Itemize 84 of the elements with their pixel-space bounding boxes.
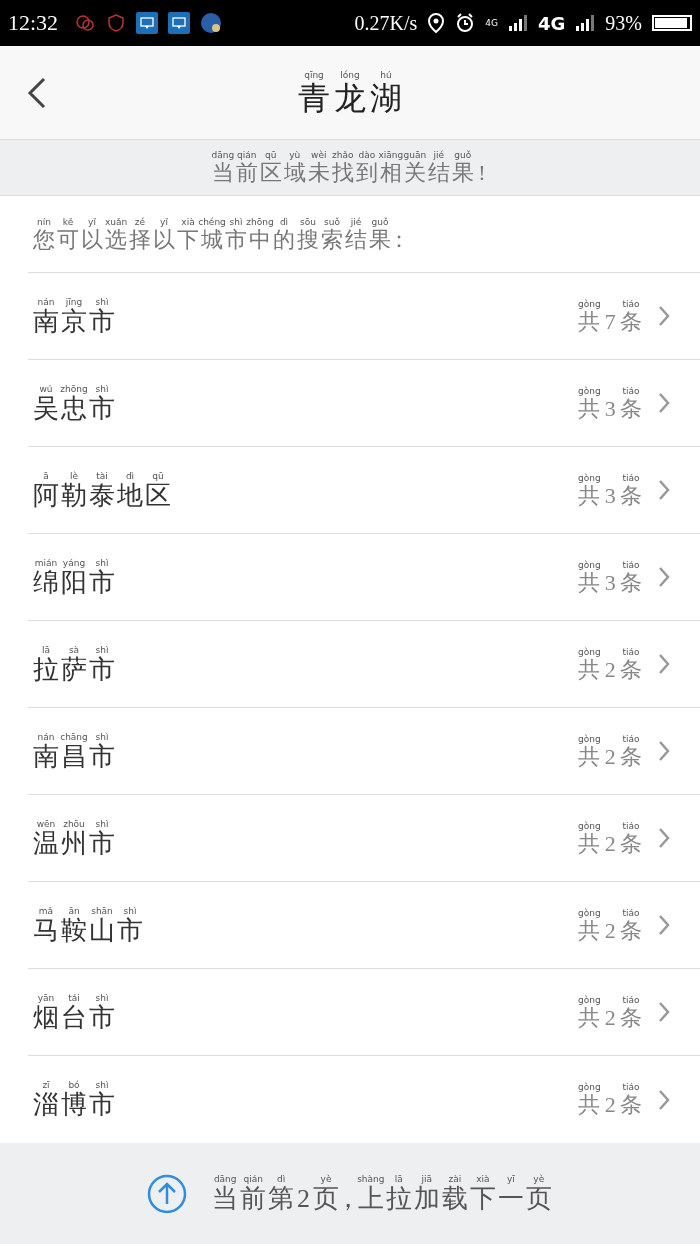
pinyin-line: gòng tiáo xyxy=(577,384,641,397)
page-hint: 当前第2页，上拉加载下一页 xyxy=(211,1185,553,1214)
city-row[interactable]: wú zhōng shì 吴忠市 gòng tiáo 共 3 条 xyxy=(28,360,700,447)
pinyin-line: ā lè tài dì qū xyxy=(42,469,165,482)
clock-time: 12:32 xyxy=(8,10,59,36)
chevron-right-icon xyxy=(658,740,670,762)
pinyin-line: nín kě yǐ xuǎn zé yǐ xià chéng shì zhōng dì sōu suǒ jié guǒ xyxy=(36,215,390,228)
alarm-clock-icon xyxy=(455,12,476,34)
pinyin-line: gòng tiáo xyxy=(577,819,641,832)
prompt-text: 您可 以选择 以下城市中 的搜索结果： xyxy=(32,227,407,253)
city-row[interactable]: ā lè tài dì qū 阿勒泰地区 gòng tiáo 共 3 条 xyxy=(28,447,700,534)
chevron-right-icon xyxy=(658,1001,670,1023)
city-name: 绵阳市 xyxy=(32,568,116,598)
location-pin-icon xyxy=(427,12,446,34)
pinyin-line: gòng tiáo xyxy=(577,732,641,745)
pinyin-line: nán jīng shì xyxy=(36,295,110,307)
result-count: 共 2 条 xyxy=(577,744,643,770)
result-count: 共 7 条 xyxy=(577,309,643,335)
city-name: 南京市 xyxy=(32,307,116,337)
pinyin-line: wēn zhōu shì xyxy=(35,817,110,830)
pinyin-line: gòng tiáo xyxy=(577,297,641,310)
result-count: 共 3 条 xyxy=(577,396,643,422)
pinyin-line: nán chāng shì xyxy=(36,730,110,743)
battery-icon xyxy=(652,15,692,31)
city-name: 温州市 xyxy=(32,829,116,859)
message-icon xyxy=(136,12,159,34)
city-row[interactable]: mǎ ān shān shì 马鞍山市 gòng tiáo 共 2 条 xyxy=(28,882,700,969)
pinyin-line: mǎ ān shān shì xyxy=(37,904,138,917)
pinyin-line: mián yáng shì xyxy=(33,556,110,569)
city-name: 马鞍山市 xyxy=(32,916,144,946)
city-name: 拉萨市 xyxy=(32,655,116,685)
pinyin-line: gòng tiáo xyxy=(577,558,641,571)
pinyin-line: wú zhōng shì xyxy=(38,382,110,394)
pinyin-line: gòng tiáo xyxy=(577,645,641,658)
city-row[interactable]: lā sà shì 拉萨市 gòng tiáo 共 2 条 xyxy=(28,621,700,708)
signal-bars-icon xyxy=(508,14,528,32)
signal-bars-icon xyxy=(575,14,596,32)
pinyin-line: gòng tiáo xyxy=(577,906,641,919)
city-row[interactable]: mián yáng shì 绵阳市 gòng tiáo 共 3 条 xyxy=(28,534,700,621)
city-name: 吴忠市 xyxy=(32,394,116,424)
message-icon xyxy=(168,12,191,34)
result-count: 共 3 条 xyxy=(577,570,643,596)
result-count: 共 2 条 xyxy=(577,657,643,683)
network-speed: 0.27K/s xyxy=(354,11,418,35)
shield-icon xyxy=(106,13,127,33)
app-icon xyxy=(200,12,223,34)
page-title: 青龙湖 xyxy=(297,80,403,117)
chevron-right-icon xyxy=(658,653,670,675)
notice-text: 当 前区域未找到相 关结果 ! xyxy=(210,161,487,186)
city-row[interactable]: wēn zhōu shì 温州市 gòng tiáo 共 2 条 xyxy=(28,795,700,882)
pinyin-line: gòng tiáo xyxy=(577,1081,641,1094)
city-name: 烟 台市 xyxy=(32,1003,116,1033)
pinyin-line: dāng qián qū yù wèi zhǎo dào xiāngguān jié guǒ xyxy=(210,149,473,162)
result-count: 共 2 条 xyxy=(577,831,643,857)
city-name: 阿勒泰地区 xyxy=(32,481,172,511)
chevron-right-icon xyxy=(658,479,670,501)
pinyin-line: qīng lóng hú xyxy=(303,68,393,81)
pinyin-line: gòng tiáo xyxy=(577,993,641,1006)
chevron-right-icon xyxy=(658,827,670,849)
chevron-right-icon xyxy=(658,392,670,414)
result-count: 共 3 条 xyxy=(577,483,643,509)
city-row[interactable]: yān tái shì 烟 台市 gòng tiáo 共 2 条 xyxy=(28,969,700,1056)
city-row[interactable]: nán chāng shì 南 昌市 gòng tiáo 共 2 条 xyxy=(28,708,700,795)
city-row[interactable]: zī bó shì 淄博市 gòng tiáo 共 2 条 xyxy=(28,1056,700,1143)
chevron-right-icon xyxy=(658,914,670,936)
chevron-right-icon xyxy=(658,305,670,327)
result-count: 共 2 条 xyxy=(577,1093,643,1118)
battery-percent: 93% xyxy=(605,11,642,35)
city-row[interactable]: nán jīng shì 南京市 gòng tiáo 共 7 条 xyxy=(28,273,700,360)
pinyin-line: yān tái shì xyxy=(36,991,110,1004)
network-type: 4G xyxy=(538,12,566,34)
result-count: 共 2 条 xyxy=(577,1005,643,1031)
city-name: 淄博市 xyxy=(32,1091,116,1120)
arrow-up-circle-icon[interactable] xyxy=(147,1173,188,1214)
chevron-right-icon xyxy=(658,1088,670,1111)
city-name: 南 昌市 xyxy=(32,742,116,772)
network-type: 4G xyxy=(485,18,498,28)
pinyin-line: dāng qián dì yè shàng lā jiā zài xià yī yè xyxy=(212,1173,546,1186)
pinyin-line: gòng tiáo xyxy=(577,471,641,484)
result-count: 共 2 条 xyxy=(577,918,643,944)
chevron-right-icon xyxy=(658,566,670,588)
pinyin-line: lā sà shì xyxy=(41,643,110,656)
back-icon[interactable] xyxy=(26,76,48,110)
pinyin-line: zī bó shì xyxy=(41,1079,110,1091)
